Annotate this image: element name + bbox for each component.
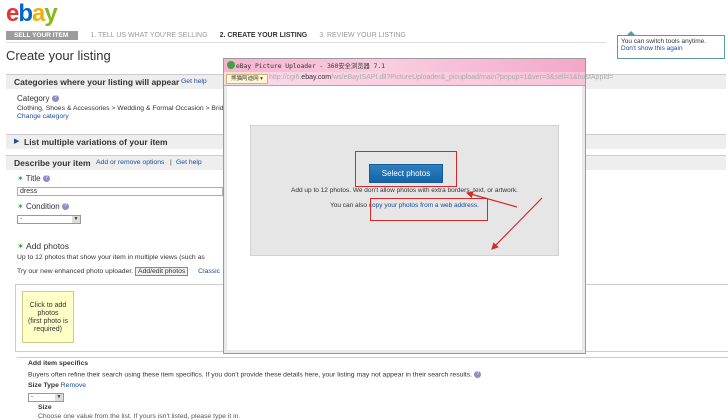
photos-description: Up to 12 photos that show your item in m… (17, 254, 205, 261)
title-label: Title (25, 174, 41, 183)
category-label-row: Category ? (17, 94, 59, 103)
add-photos-label: Add photos (26, 241, 70, 251)
help-icon[interactable]: ? (473, 371, 481, 378)
annotation-arrows (465, 191, 543, 250)
url-domain: ebay.com (301, 74, 332, 81)
step-sell-your-item: SELL YOUR ITEM (6, 30, 79, 40)
url-prefix: http://cgi6. (269, 74, 302, 81)
progress-steps: SELL YOUR ITEM 1. TELL US WHAT YOU'RE SE… (6, 30, 418, 40)
describe-title: Describe your item (14, 158, 91, 168)
help-icon[interactable]: ? (61, 203, 69, 211)
uploader-body: Select photos Add up to 12 photos. We do… (227, 86, 582, 350)
required-star-icon: ✶ (17, 202, 24, 211)
categories-title: Categories where your listing will appea… (14, 77, 180, 87)
link-separator: | (170, 159, 172, 166)
logo-letter-b: b (18, 0, 33, 27)
address-url[interactable]: http://cgi6.ebay.com/ws/eBayISAPI.dll?Pi… (269, 74, 613, 81)
add-photo-tile[interactable]: Click to add photos (first photo is requ… (22, 291, 74, 343)
expand-arrow-icon[interactable]: ▶ (14, 137, 19, 145)
browser-icon (227, 61, 235, 69)
uploader-row: Try our new enhanced photo uploader. Add… (17, 267, 220, 276)
size-type-label: Size Type (28, 382, 59, 389)
category-label: Category (17, 94, 50, 103)
picture-uploader-window: eBay Picture Uploader - 360安全浏览器 7.1 熊猫阿… (223, 58, 613, 354)
photo-tile-line: required) (33, 326, 62, 333)
switch-tools-tooltip: You can switch tools anytime. Don't show… (617, 31, 725, 59)
variations-title: List multiple variations of your item (24, 137, 168, 147)
add-photos-label-row: ✶ Add photos (17, 241, 69, 252)
url-rest: /ws/eBayISAPI.dll?PictureUploader&_picup… (331, 74, 614, 81)
change-category-link[interactable]: Change category (17, 113, 69, 120)
classic-link[interactable]: Classic (198, 268, 220, 275)
logo-letter-e: e (6, 0, 19, 27)
title-label-row: ✶ Title ? (17, 174, 50, 183)
window-titlebar[interactable]: eBay Picture Uploader - 360安全浏览器 7.1 (224, 59, 585, 72)
add-edit-photos-button[interactable]: Add/edit photos (135, 267, 189, 276)
describe-help-link[interactable]: Get help (176, 159, 202, 166)
required-star-icon: ✶ (17, 174, 24, 183)
address-bar: 熊猫阿迪网 ▾ http://cgi6.ebay.com/ws/eBayISAP… (224, 72, 613, 86)
step-create-listing: 2. CREATE YOUR LISTING (219, 31, 308, 39)
photo-tile-line: photos (37, 310, 59, 317)
chevron-down-icon: ▼ (55, 394, 63, 401)
photo-tile-line: (first photo is (27, 318, 69, 325)
logo-letter-y: y (44, 0, 57, 27)
condition-label: Condition (25, 202, 60, 211)
ebay-logo[interactable]: ebay (6, 0, 58, 27)
step-review-listing: 3. REVIEW YOUR LISTING (319, 31, 406, 39)
arrow-to-web-link (491, 197, 543, 250)
category-path: Clothing, Shoes & Accessories > Wedding … (17, 105, 224, 112)
dont-show-again-link[interactable]: Don't show this again (621, 45, 721, 52)
specifics-title: Add item specifics (28, 360, 89, 367)
size-type-row: Size Type Remove (28, 382, 86, 389)
title-input[interactable]: dress (17, 187, 223, 196)
help-icon[interactable]: ? (51, 95, 59, 103)
window-title: eBay Picture Uploader - 360安全浏览器 7.1 (236, 63, 386, 70)
logo-letter-a: a (32, 0, 45, 27)
address-bar-button[interactable]: 熊猫阿迪网 ▾ (226, 74, 268, 84)
page-title: Create your listing (6, 48, 111, 63)
arrow-to-select (465, 191, 518, 208)
size-type-select[interactable]: - ▼ (28, 393, 64, 402)
size-label: Size (38, 404, 52, 411)
step-tell-us: 1. TELL US WHAT YOU'RE SELLING (90, 31, 208, 39)
chevron-down-icon: ▼ (72, 216, 80, 223)
help-icon[interactable]: ? (42, 175, 50, 183)
condition-value: - (20, 216, 22, 222)
categories-help-link[interactable]: Get help (181, 78, 207, 85)
specifics-description-text: Buyers often refine their search using t… (28, 371, 473, 379)
required-star-icon: ✶ (17, 241, 25, 251)
specifics-divider (17, 357, 728, 358)
tooltip-tail (626, 31, 636, 36)
steps-divider (6, 42, 606, 43)
size-type-value: - (31, 394, 33, 400)
condition-label-row: ✶ Condition ? (17, 202, 69, 211)
tooltip-text: You can switch tools anytime. (621, 38, 707, 45)
condition-select[interactable]: - ▼ (17, 215, 81, 224)
specifics-description: Buyers often refine their search using t… (28, 371, 481, 378)
photo-tile-line: Click to add (29, 302, 67, 309)
remove-size-type-link[interactable]: Remove (61, 382, 86, 389)
uploader-text: Try our new enhanced photo uploader. (17, 268, 134, 275)
add-remove-options-link[interactable]: Add or remove options (96, 159, 164, 166)
